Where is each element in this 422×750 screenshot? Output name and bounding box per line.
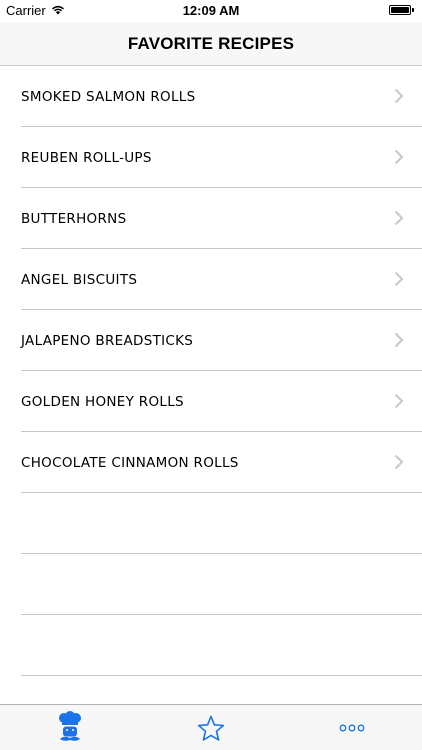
screen: Carrier 12:09 AM FAVORITE RECIPES SMOKED… [0,0,422,750]
status-bar: Carrier 12:09 AM [0,0,422,22]
chef-icon [59,711,81,741]
battery-level [391,7,409,13]
recipe-row-golden-honey-rolls[interactable]: GOLDEN HONEY ROLLS [0,371,422,432]
tab-favorites[interactable] [141,705,281,750]
battery-tip [412,8,414,12]
empty-row [0,676,422,704]
recipe-label: CHOCOLATE CINNAMON ROLLS [21,454,239,471]
recipe-label: ANGEL BISCUITS [21,271,138,288]
empty-row [0,493,422,554]
status-right [389,5,414,15]
recipe-label: JALAPENO BREADSTICKS [21,332,194,349]
more-icon [339,724,365,732]
recipe-row-reuben-roll-ups[interactable]: REUBEN ROLL-UPS [0,127,422,188]
tab-more[interactable] [282,705,422,750]
recipe-label: SMOKED SALMON ROLLS [21,88,196,105]
chevron-right-icon [394,454,404,470]
empty-row [0,615,422,676]
battery-icon [389,5,411,15]
recipe-list: SMOKED SALMON ROLLS REUBEN ROLL-UPS BUTT… [0,66,422,704]
chevron-right-icon [394,210,404,226]
recipe-row-jalapeno-breadsticks[interactable]: JALAPENO BREADSTICKS [0,310,422,371]
chevron-right-icon [394,88,404,104]
chevron-right-icon [394,149,404,165]
recipe-row-angel-biscuits[interactable]: ANGEL BISCUITS [0,249,422,310]
tab-bar [0,704,422,750]
recipe-label: GOLDEN HONEY ROLLS [21,393,184,410]
status-time: 12:09 AM [182,3,240,18]
star-icon [197,715,225,741]
chevron-right-icon [394,393,404,409]
chevron-right-icon [394,332,404,348]
recipe-row-chocolate-cinnamon-rolls[interactable]: CHOCOLATE CINNAMON ROLLS [0,432,422,493]
navigation-bar: FAVORITE RECIPES [0,22,422,66]
tab-recipes[interactable] [0,705,140,750]
empty-row [0,554,422,615]
recipe-row-butterhorns[interactable]: BUTTERHORNS [0,188,422,249]
recipe-label: BUTTERHORNS [21,210,127,227]
recipe-label: REUBEN ROLL-UPS [21,149,152,166]
page-title: FAVORITE RECIPES [127,33,295,53]
recipe-row-smoked-salmon-rolls[interactable]: SMOKED SALMON ROLLS [0,66,422,127]
chevron-right-icon [394,271,404,287]
